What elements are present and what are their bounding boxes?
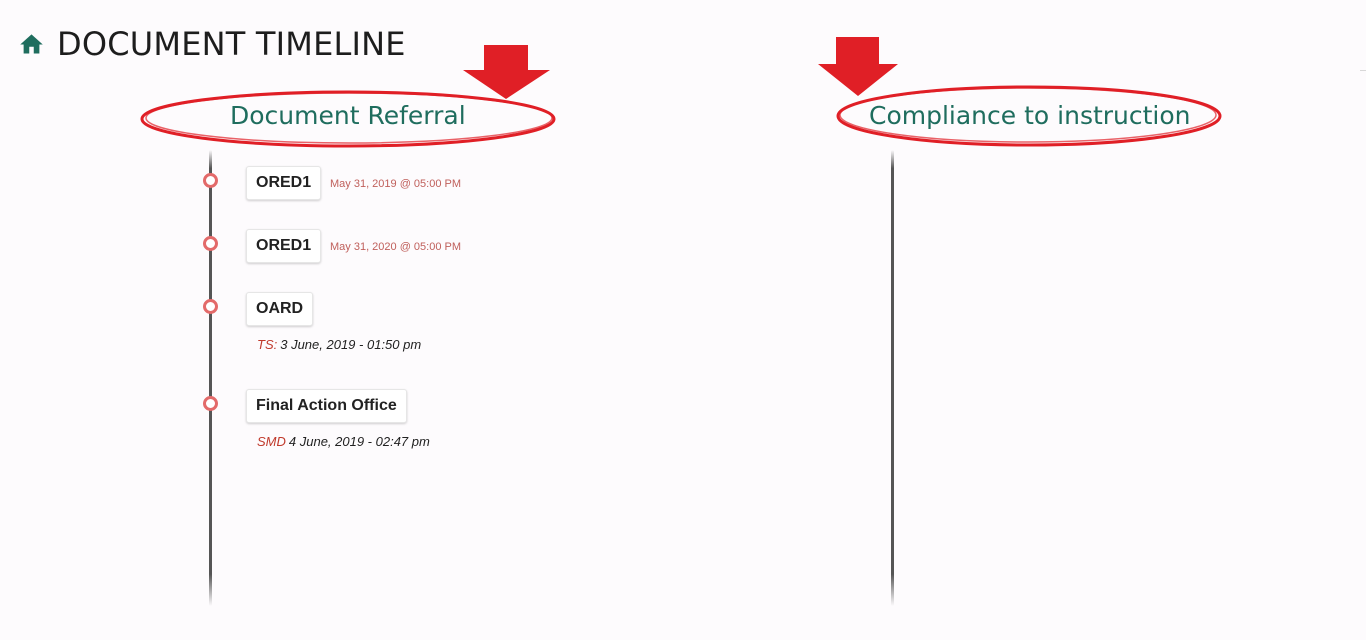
timeline-dot [203, 236, 218, 251]
timeline-meta: TS: 3 June, 2019 - 01:50 pm [257, 337, 421, 352]
timeline-date: May 31, 2020 @ 05:00 PM [330, 241, 462, 253]
timeline-office-chip[interactable]: Final Action Office [246, 389, 407, 423]
timeline-office-chip[interactable]: ORED1 [246, 229, 322, 263]
timeline-dot [203, 299, 218, 314]
timeline-office-chip[interactable]: ORED1 [246, 166, 322, 200]
timeline-dot [203, 396, 218, 411]
timeline-dot [203, 173, 218, 188]
document-referral-heading: Document Referral [230, 101, 466, 130]
referral-down-arrow-icon [463, 45, 550, 99]
timeline-office-chip[interactable]: OARD [246, 292, 314, 326]
timeline-meta-code: SMD [257, 434, 286, 449]
timeline-meta-code: TS: [257, 337, 278, 352]
home-icon[interactable] [18, 31, 45, 58]
page-header: DOCUMENT TIMELINE [18, 22, 406, 66]
timeline-date: May 31, 2019 @ 05:00 PM [330, 178, 462, 190]
page-title: DOCUMENT TIMELINE [57, 25, 406, 63]
timeline-meta: SMD 4 June, 2019 - 02:47 pm [257, 434, 430, 449]
header-divider [1360, 70, 1366, 71]
compliance-timeline-line [891, 150, 894, 606]
referral-timeline-line [209, 150, 212, 606]
compliance-heading: Compliance to instruction [869, 101, 1191, 130]
annotation-overlay [140, 37, 1222, 148]
timeline-meta-time: 3 June, 2019 - 01:50 pm [280, 337, 422, 352]
compliance-down-arrow-icon [818, 37, 898, 96]
timeline-meta-time: 4 June, 2019 - 02:47 pm [288, 434, 430, 449]
